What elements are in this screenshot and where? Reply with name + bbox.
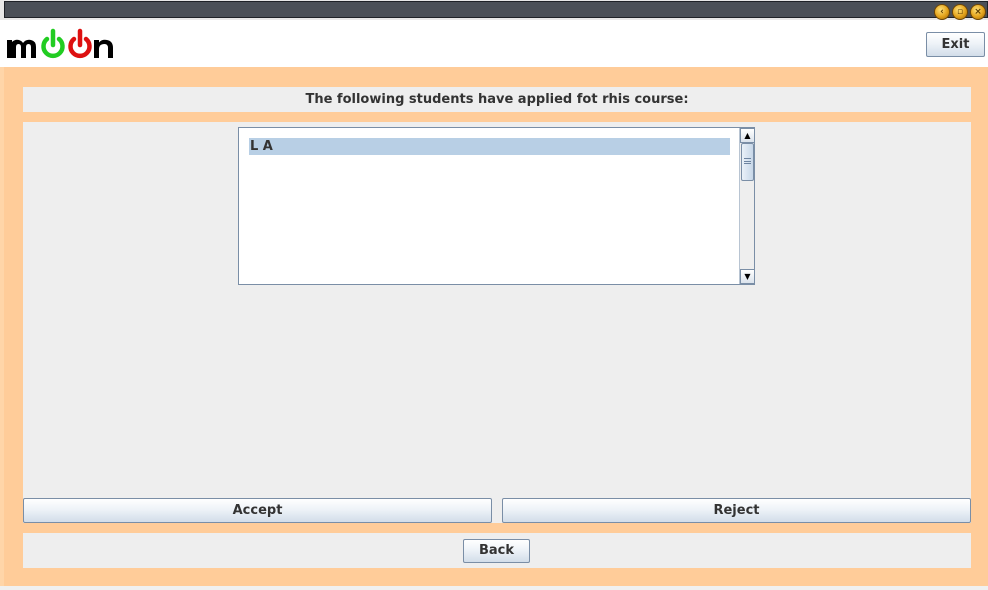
accept-button[interactable]: Accept bbox=[23, 498, 492, 523]
applicants-list[interactable]: L A ▲ ▼ bbox=[238, 127, 755, 285]
titlebar-bar[interactable] bbox=[4, 1, 988, 18]
scroll-thumb[interactable] bbox=[741, 143, 754, 181]
minimize-icon[interactable]: ‹ bbox=[934, 4, 950, 20]
maximize-icon[interactable]: ▫ bbox=[952, 4, 968, 20]
moon-logo-graphic bbox=[7, 28, 113, 59]
exit-button[interactable]: Exit bbox=[926, 32, 985, 57]
window-titlebar[interactable]: ‹ ▫ × bbox=[0, 0, 988, 20]
back-button[interactable]: Back bbox=[463, 539, 530, 563]
reject-button[interactable]: Reject bbox=[502, 498, 971, 523]
applicants-heading: The following students have applied fot … bbox=[23, 87, 971, 112]
scroll-up-arrow-icon[interactable]: ▲ bbox=[740, 128, 755, 143]
list-scrollbar[interactable]: ▲ ▼ bbox=[739, 128, 755, 284]
frame-bottom-border bbox=[0, 586, 988, 590]
list-item[interactable]: L A bbox=[249, 138, 730, 155]
app-header: moon Exit bbox=[0, 20, 988, 67]
scroll-down-arrow-icon[interactable]: ▼ bbox=[740, 269, 755, 284]
grip-icon bbox=[744, 158, 751, 164]
close-icon[interactable]: × bbox=[970, 4, 986, 20]
moon-logo: moon bbox=[5, 28, 125, 62]
